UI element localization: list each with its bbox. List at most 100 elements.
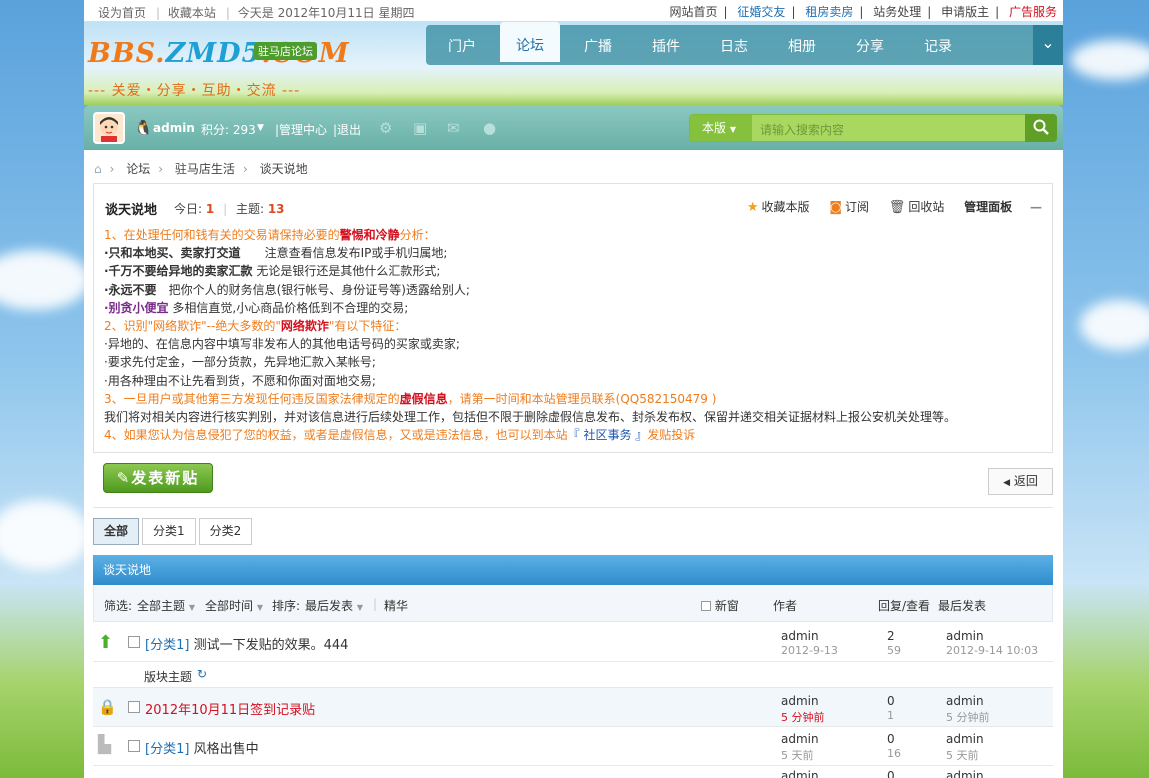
apply-moderator-link[interactable]: 申请版主	[941, 5, 989, 19]
thread-replies: 0	[887, 769, 895, 778]
search-icon[interactable]	[1025, 114, 1057, 142]
tab-category-2[interactable]: 分类2	[198, 518, 253, 545]
edit-icon: ✎	[116, 469, 132, 487]
sort-select[interactable]: 最后发表 ▼	[305, 597, 363, 614]
mail-icon[interactable]: ✉	[447, 119, 460, 137]
document-icon: ▙	[98, 735, 112, 755]
favorite-forum-link[interactable]: 收藏本版	[761, 200, 809, 214]
filter-label: 筛选:	[104, 599, 133, 613]
thread-category[interactable]: [分类1]	[145, 742, 189, 757]
nav-plugins[interactable]: 插件	[636, 36, 696, 56]
community-affairs-link[interactable]: 『 社区事务 』	[568, 428, 648, 442]
notification-bulb-icon[interactable]: ●	[483, 119, 496, 137]
nav-portal[interactable]: 门户	[432, 36, 492, 56]
table-row[interactable]: 🔒 2012年10月11日签到记录贴 admin 5 分钟前 0 1 admin…	[93, 688, 1053, 727]
thread-category[interactable]: [分类1]	[145, 638, 189, 653]
row-checkbox[interactable]	[128, 636, 140, 648]
digest-filter[interactable]: 精华	[384, 597, 408, 614]
last-post-time[interactable]: 2012-9-14 10:03	[946, 644, 1038, 657]
col-author: 作者	[773, 599, 798, 613]
thread-title[interactable]: 风格出售中	[194, 742, 259, 757]
new-post-button[interactable]: ✎发表新贴	[103, 463, 213, 493]
filter-all-time[interactable]: 全部时间 ▼	[205, 597, 263, 614]
avatar[interactable]	[93, 112, 125, 144]
new-window-checkbox[interactable]: 新窗	[701, 597, 739, 614]
nav-forum[interactable]: 论坛	[500, 22, 560, 62]
search-scope-select[interactable]: 本版 ▼	[690, 115, 752, 141]
today-count: 1	[205, 202, 215, 216]
nav-broadcast[interactable]: 广播	[568, 36, 628, 56]
ad-service-link[interactable]: 广告服务	[1009, 5, 1057, 19]
last-post-user[interactable]: admin	[946, 694, 984, 708]
image-icon[interactable]: ▣	[413, 119, 427, 137]
breadcrumb-forum[interactable]: 论坛	[126, 162, 150, 176]
logout-link[interactable]: |退出	[333, 121, 361, 138]
divider	[93, 507, 1053, 508]
sort-label: 排序:	[272, 599, 301, 613]
thread-date: 2012-9-13	[781, 644, 838, 657]
pinned-up-arrow-icon: ⬆	[98, 632, 114, 653]
nav-records[interactable]: 记录	[908, 36, 968, 56]
tab-all[interactable]: 全部	[93, 518, 140, 545]
last-post-user[interactable]: admin	[946, 769, 984, 778]
thread-author[interactable]: admin	[781, 694, 819, 708]
lock-icon: 🔒	[98, 698, 117, 716]
thread-author[interactable]: admin	[781, 629, 819, 643]
thread-replies: 0	[887, 694, 895, 708]
forum-actions: ★ 收藏本版 ◙ 订阅 🗑 回收站 管理面板 —	[741, 198, 1042, 215]
trash-icon: 🗑	[888, 200, 906, 215]
main-content: ⌂ › 论坛 › 驻马店生活 › 谈天说地 谈天说地 今日: 1 | 主题: 13 ★…	[84, 150, 1063, 778]
last-post-user[interactable]: admin	[946, 629, 984, 643]
table-row[interactable]: ▙ [分类1] 风格出售中 admin 5 天前 0 16 admin 5 天前	[93, 727, 1053, 766]
site-home-link[interactable]: 网站首页	[670, 5, 718, 19]
thread-date: 5 天前	[781, 749, 814, 762]
recycle-bin-link[interactable]: 回收站	[908, 200, 944, 214]
admin-center-link[interactable]: |管理中心	[275, 121, 327, 138]
chevron-down-icon[interactable]: ⌄	[1033, 25, 1063, 65]
top-utility-bar: 设为首页 | 收藏本站 | 今天是 2012年10月11日 星期四 网站首页 | 征婚…	[84, 0, 1063, 22]
home-icon[interactable]: ⌂	[94, 162, 102, 176]
nav-album[interactable]: 相册	[772, 36, 832, 56]
bookmark-link[interactable]: 收藏本站	[168, 6, 216, 20]
table-row[interactable]: ⬆ [分类1] 测试一下发贴的效果。444 admin 2012-9-13 2 …	[93, 622, 1053, 662]
thread-title[interactable]: 2012年10月11日签到记录贴	[145, 699, 315, 718]
table-row[interactable]: admin 0 admin	[93, 766, 1053, 778]
row-checkbox[interactable]	[128, 740, 140, 752]
last-post-user[interactable]: admin	[946, 732, 984, 746]
set-home-link[interactable]: 设为首页	[98, 6, 146, 20]
rss-icon: ◙	[829, 200, 842, 215]
collapse-icon[interactable]: —	[1030, 200, 1042, 214]
thread-author[interactable]: admin	[781, 732, 819, 746]
tab-category-1[interactable]: 分类1	[142, 518, 196, 545]
thread-count: 13	[267, 202, 285, 216]
filter-all-topics[interactable]: 全部主题 ▼	[137, 597, 195, 614]
gear-icon[interactable]: ⚙	[379, 119, 392, 137]
logo-tag: 驻马店论坛	[254, 42, 317, 60]
rent-link[interactable]: 租房卖房	[805, 5, 853, 19]
dating-link[interactable]: 征婚交友	[737, 5, 785, 19]
breadcrumb-current[interactable]: 谈天说地	[260, 162, 308, 176]
col-replies-views: 回复/查看	[878, 599, 931, 613]
thread-views: 59	[887, 644, 901, 657]
row-checkbox[interactable]	[128, 701, 140, 713]
last-post-time[interactable]: 5 天前	[946, 747, 979, 763]
site-affairs-link[interactable]: 站务处理	[873, 5, 921, 19]
subscribe-link[interactable]: 订阅	[845, 200, 869, 214]
forum-stats: 今日: 1 | 主题: 13	[174, 202, 285, 216]
points-dropdown-icon[interactable]: ▼	[257, 123, 264, 133]
username[interactable]: admin	[153, 121, 195, 135]
back-button[interactable]: ◀ 返回	[988, 468, 1053, 495]
search-input[interactable]: 请输入搜索内容	[760, 121, 844, 138]
refresh-icon[interactable]: ↻	[197, 667, 207, 681]
col-last-post: 最后发表	[938, 599, 987, 613]
breadcrumb-local-life[interactable]: 驻马店生活	[175, 162, 235, 176]
qq-penguin-icon[interactable]: 🐧	[134, 119, 153, 137]
thread-title[interactable]: 测试一下发贴的效果。444	[194, 638, 349, 653]
last-post-time[interactable]: 5 分钟前	[946, 709, 990, 725]
manage-panel-link[interactable]: 管理面板	[964, 200, 1012, 214]
nav-blog[interactable]: 日志	[704, 36, 764, 56]
nav-share[interactable]: 分享	[840, 36, 900, 56]
forum-info-panel: 谈天说地 今日: 1 | 主题: 13 ★ 收藏本版 ◙ 订阅 🗑 回收站 管理面板 …	[93, 183, 1053, 453]
user-points[interactable]: 积分: 293	[201, 121, 256, 138]
thread-author[interactable]: admin	[781, 769, 819, 778]
